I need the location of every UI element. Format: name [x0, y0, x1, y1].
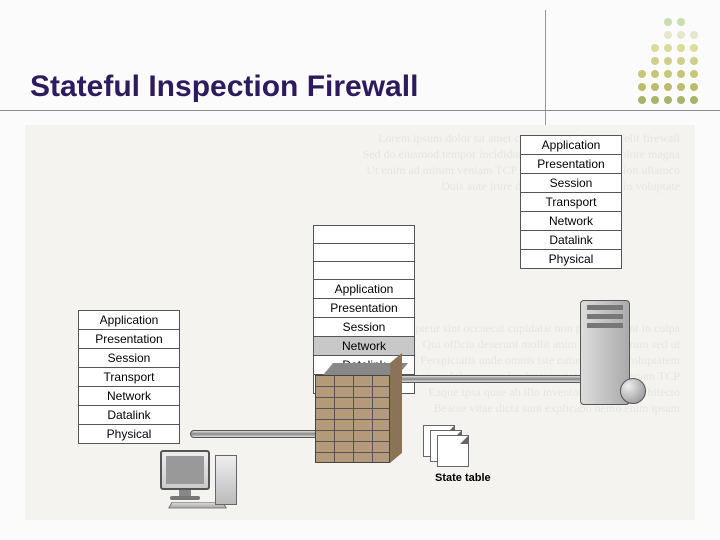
osi-layer: Network — [78, 386, 180, 405]
page-title: Stateful Inspection Firewall — [30, 70, 418, 104]
osi-layer: Application — [78, 310, 180, 329]
osi-layer: Datalink — [78, 405, 180, 424]
osi-layer: Presentation — [520, 154, 622, 173]
osi-layer: Presentation — [313, 298, 415, 317]
osi-layer-empty — [313, 261, 415, 279]
cable-client-firewall — [190, 430, 330, 438]
osi-layer: Datalink — [520, 230, 622, 249]
osi-layer: Session — [78, 348, 180, 367]
corner-dots — [638, 18, 700, 106]
diagram: Lorem ipsum dolor sit amet consectetur a… — [25, 125, 695, 520]
osi-layer: Network — [520, 211, 622, 230]
server-icon — [580, 300, 650, 415]
osi-layer: Transport — [520, 192, 622, 211]
osi-layer-empty — [313, 243, 415, 261]
osi-layer: Transport — [78, 367, 180, 386]
accent-line — [545, 10, 546, 130]
title-underline — [0, 110, 720, 111]
osi-layer: Session — [520, 173, 622, 192]
osi-layer: Application — [313, 279, 415, 298]
osi-layer-empty — [313, 225, 415, 243]
osi-layer: Network — [313, 336, 415, 355]
globe-icon — [620, 378, 646, 404]
osi-layer: Session — [313, 317, 415, 336]
osi-layer: Application — [520, 135, 622, 154]
computer-icon — [160, 450, 250, 520]
osi-layer: Physical — [78, 424, 180, 444]
osi-stack-server: ApplicationPresentationSessionTransportN… — [520, 135, 622, 269]
firewall-icon — [315, 363, 390, 463]
osi-stack-client: ApplicationPresentationSessionTransportN… — [78, 310, 180, 444]
cable-firewall-server — [387, 375, 592, 383]
state-table-icon — [423, 425, 473, 465]
osi-layer: Physical — [520, 249, 622, 269]
osi-layer: Presentation — [78, 329, 180, 348]
state-table-label: State table — [435, 472, 491, 484]
